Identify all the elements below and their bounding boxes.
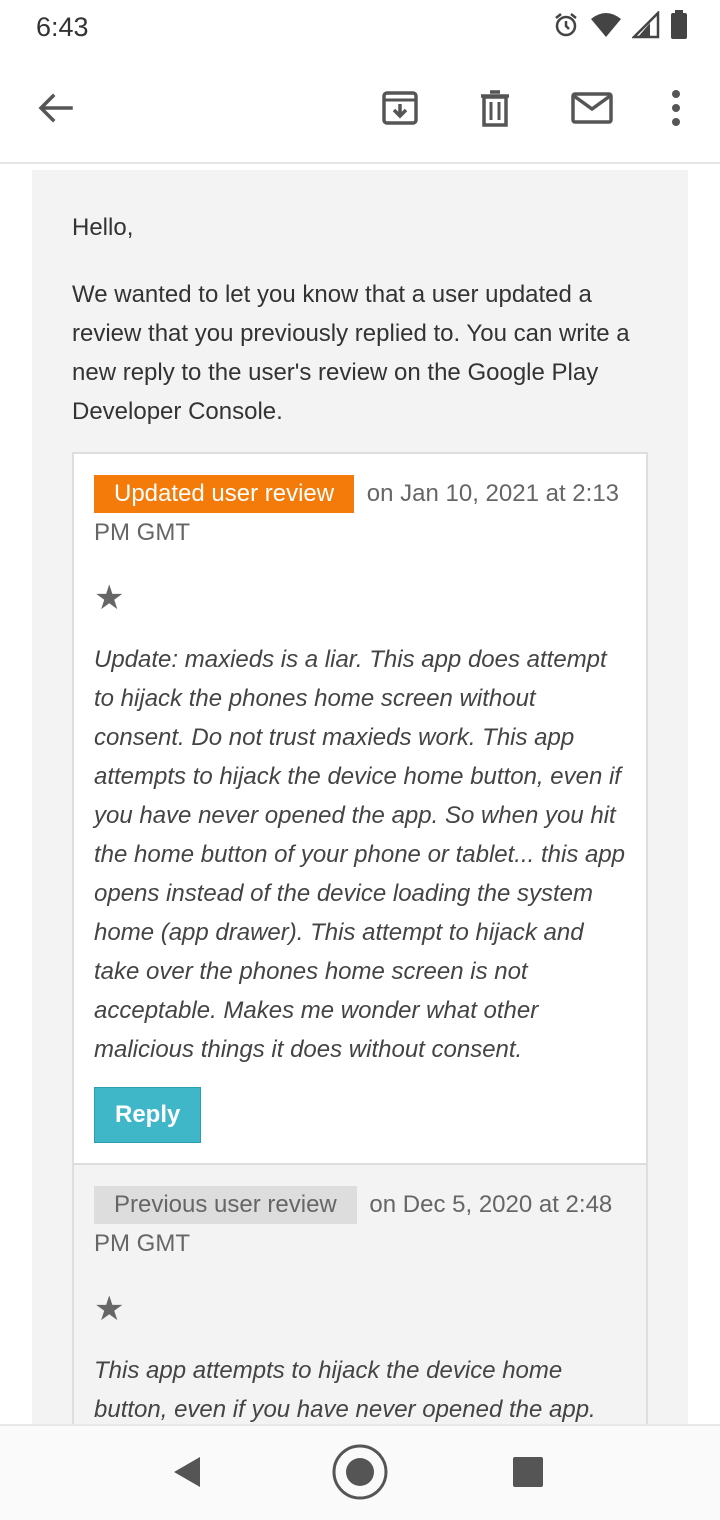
- delete-button[interactable]: [467, 82, 523, 138]
- wifi-icon: [590, 11, 622, 39]
- nav-home-icon: [330, 1442, 390, 1507]
- signal-icon: [632, 11, 660, 39]
- greeting: Hello,: [72, 214, 134, 241]
- previous-review-header: Previous user review on Dec 5, 2020 at 2…: [94, 1185, 626, 1263]
- toolbar: [0, 56, 720, 164]
- nav-recents-icon: [512, 1456, 544, 1493]
- nav-recents-button[interactable]: [498, 1444, 558, 1504]
- alarm-icon: [552, 11, 580, 39]
- updated-review-badge: Updated user review: [94, 475, 355, 513]
- more-vert-icon: [670, 88, 682, 133]
- email-body: Hello, We wanted to let you know that a …: [32, 170, 688, 1424]
- battery-icon: [670, 10, 688, 40]
- archive-button[interactable]: [372, 82, 428, 138]
- status-bar: 6:43: [0, 0, 720, 56]
- review-card: Updated user review on Jan 10, 2021 at 2…: [72, 452, 648, 1424]
- status-icons: [552, 10, 688, 40]
- navigation-bar: [0, 1424, 720, 1520]
- nav-home-button[interactable]: [330, 1444, 390, 1504]
- updated-review-section: Updated user review on Jan 10, 2021 at 2…: [74, 454, 646, 1163]
- more-options-button[interactable]: [648, 82, 704, 138]
- status-time: 6:43: [36, 12, 89, 42]
- previous-star-rating: ★: [94, 1290, 125, 1328]
- previous-review-section: Previous user review on Dec 5, 2020 at 2…: [74, 1163, 646, 1424]
- email-content[interactable]: Hello, We wanted to let you know that a …: [0, 166, 720, 1424]
- archive-icon: [380, 88, 420, 133]
- previous-review-badge: Previous user review: [94, 1186, 357, 1224]
- back-arrow-icon: [35, 88, 75, 133]
- star-rating: ★: [94, 579, 125, 617]
- previous-review-text: This app attempts to hijack the device h…: [94, 1357, 596, 1423]
- updated-review-header: Updated user review on Jan 10, 2021 at 2…: [94, 474, 626, 552]
- updated-review-text: Update: maxieds is a liar. This app does…: [94, 646, 626, 1063]
- intro-paragraph: We wanted to let you know that a user up…: [72, 281, 630, 425]
- delete-icon: [475, 88, 515, 133]
- reply-button[interactable]: Reply: [94, 1087, 202, 1143]
- mark-unread-button[interactable]: [564, 82, 620, 138]
- nav-back-icon: [170, 1454, 206, 1495]
- back-button[interactable]: [27, 82, 83, 138]
- nav-back-button[interactable]: [158, 1444, 218, 1504]
- mark-unread-icon: [570, 88, 614, 133]
